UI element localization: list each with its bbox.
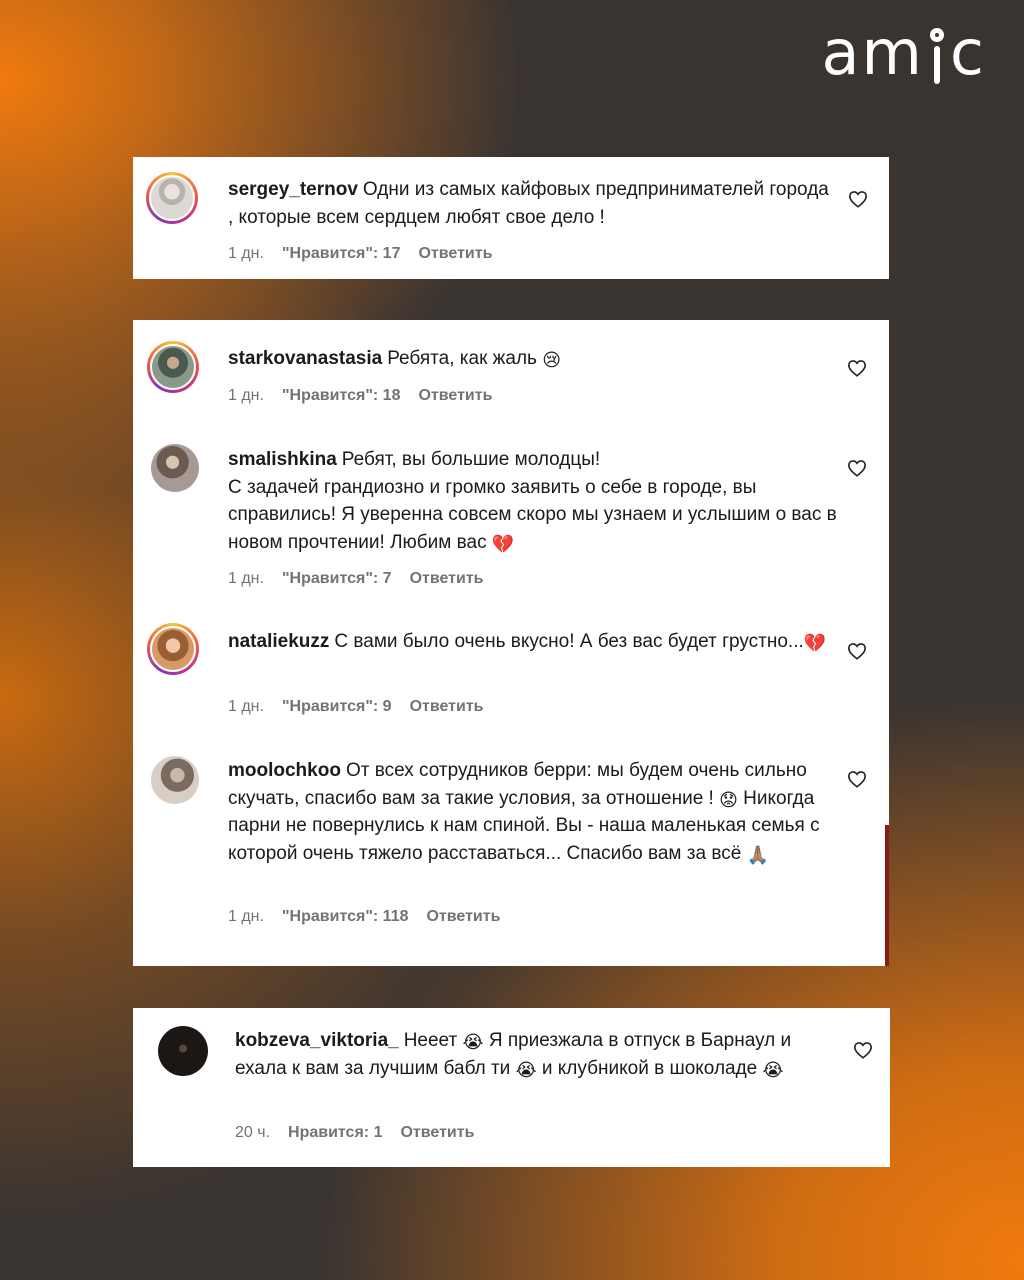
heart-outline-icon[interactable] xyxy=(847,459,867,477)
comment-text: kobzeva_viktoria_ Нееет 😭 Я приезжала в о… xyxy=(235,1027,835,1082)
crying-face-emoji: 😢 xyxy=(542,350,561,370)
comment-meta: 1 дн. "Нравится": 118 Ответить xyxy=(228,908,518,926)
avatar[interactable] xyxy=(147,623,199,675)
avatar[interactable] xyxy=(158,1026,208,1076)
comment-meta: 1 дн. "Нравится": 17 Ответить xyxy=(228,245,510,263)
comment-likes[interactable]: "Нравится": 18 xyxy=(282,387,401,404)
comment-time: 1 дн. xyxy=(228,387,264,404)
heart-outline-icon[interactable] xyxy=(847,642,867,660)
comment-card: sergey_ternov Одни из самых кайфовых пред… xyxy=(133,157,889,279)
comment-body: Ребят, вы большие молодцы! xyxy=(341,449,601,470)
comment-body: Нееет xyxy=(403,1030,458,1051)
comment-username[interactable]: sergey_ternov xyxy=(228,179,358,200)
avatar[interactable] xyxy=(147,341,199,393)
avatar[interactable] xyxy=(151,444,199,492)
reply-button[interactable]: Ответить xyxy=(418,387,492,404)
comment-body-end: и клубникой в шоколаде xyxy=(541,1057,758,1079)
comment-meta: 1 дн. "Нравится": 9 Ответить xyxy=(228,698,502,716)
worried-face-emoji: 😟 xyxy=(719,789,738,810)
reply-button[interactable]: Ответить xyxy=(410,570,484,587)
comment-time: 1 дн. xyxy=(228,245,264,262)
avatar[interactable] xyxy=(151,756,199,804)
avatar[interactable] xyxy=(146,172,198,224)
comment-body-continued: С задачей грандиозно и громко заявить о … xyxy=(228,476,837,553)
folded-hands-emoji: 🙏🏽 xyxy=(746,844,769,865)
comment-meta: 1 дн. "Нравится": 7 Ответить xyxy=(228,570,502,588)
comment-likes[interactable]: "Нравится": 7 xyxy=(282,570,392,587)
comment-username[interactable]: starkovanastasia xyxy=(228,348,382,369)
card-edge-accent xyxy=(885,825,889,966)
heart-outline-icon[interactable] xyxy=(847,770,867,788)
comment: sergey_ternov Одни из самых кайфовых пред… xyxy=(133,157,889,279)
comment-time: 1 дн. xyxy=(228,570,264,587)
comment-card: kobzeva_viktoria_ Нееет 😭 Я приезжала в о… xyxy=(133,1008,890,1167)
comment-time: 20 ч. xyxy=(235,1124,271,1141)
comment-likes[interactable]: "Нравится": 118 xyxy=(282,908,409,925)
comment-username[interactable]: smalishkina xyxy=(228,449,337,470)
comment-body: С вами было очень вкусно! А без вас буде… xyxy=(334,631,804,652)
loudly-crying-face-emoji: 😭 xyxy=(762,1059,784,1080)
comment-likes[interactable]: Нравится: 1 xyxy=(288,1124,382,1141)
loudly-crying-face-emoji: 😭 xyxy=(515,1059,537,1080)
reply-button[interactable]: Ответить xyxy=(418,245,492,262)
comment-text: sergey_ternov Одни из самых кайфовых пред… xyxy=(228,176,838,231)
heart-outline-icon[interactable] xyxy=(847,359,867,377)
comment-username[interactable]: nataliekuzz xyxy=(228,631,329,652)
comment-card: starkovanastasia Ребята, как жаль 😢 1 дн.… xyxy=(133,320,889,966)
comment-meta: 1 дн. "Нравится": 18 Ответить xyxy=(228,387,510,405)
comment-text: smalishkina Ребят, вы большие молодцы! С … xyxy=(228,446,838,556)
comment-username[interactable]: kobzeva_viktoria_ xyxy=(235,1030,399,1051)
loudly-crying-face-emoji: 😭 xyxy=(462,1032,484,1052)
comment-username[interactable]: moolochkoo xyxy=(228,760,341,781)
heart-outline-icon[interactable] xyxy=(848,190,868,208)
heart-outline-icon[interactable] xyxy=(853,1041,873,1059)
comment-likes[interactable]: "Нравится": 9 xyxy=(282,698,392,715)
comment-text: moolochkoo От всех сотрудников берри: мы … xyxy=(228,757,838,867)
comment-body: Ребята, как жаль xyxy=(387,348,537,369)
comment-time: 1 дн. xyxy=(228,908,264,925)
reply-button[interactable]: Ответить xyxy=(426,908,500,925)
comment-text: nataliekuzz С вами было очень вкусно! А б… xyxy=(228,628,838,656)
comment-meta: 20 ч. Нравится: 1 Ответить xyxy=(235,1124,492,1142)
brand-logo: am c xyxy=(821,16,986,89)
broken-heart-emoji: 💔 xyxy=(803,633,827,653)
logo-pin-glyph xyxy=(928,28,946,84)
reply-button[interactable]: Ответить xyxy=(410,698,484,715)
comment-time: 1 дн. xyxy=(228,698,264,715)
reply-button[interactable]: Ответить xyxy=(400,1124,474,1141)
comment-likes[interactable]: "Нравится": 17 xyxy=(282,245,401,262)
broken-heart-emoji: 💔 xyxy=(491,533,515,554)
comment-text: starkovanastasia Ребята, как жаль 😢 xyxy=(228,345,838,373)
